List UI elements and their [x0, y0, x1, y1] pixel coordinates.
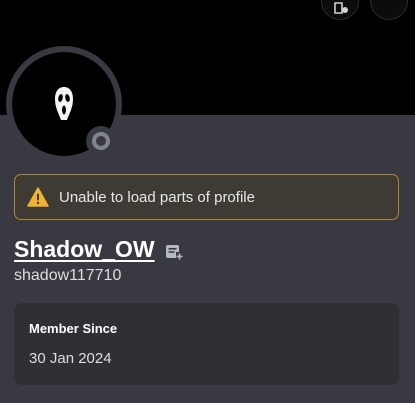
warning-text: Unable to load parts of profile [59, 188, 255, 206]
add-note-icon[interactable] [165, 243, 183, 260]
ghostface-mask-icon [55, 87, 73, 120]
offline-status-icon [92, 132, 110, 150]
warning-triangle-icon [27, 187, 49, 207]
username: shadow117710 [14, 267, 122, 284]
member-since-date: 30 Jan 2024 [29, 350, 112, 367]
display-name[interactable]: Shadow_OW [14, 236, 155, 263]
status-indicator [86, 126, 116, 156]
avatar-frame [6, 46, 122, 162]
profile-load-warning: Unable to load parts of profile [14, 174, 399, 220]
member-since-heading: Member Since [29, 321, 118, 336]
nitro-icon [334, 2, 348, 14]
member-since-card: Member Since 30 Jan 2024 [14, 303, 399, 385]
display-name-row: Shadow_OW [14, 236, 183, 263]
